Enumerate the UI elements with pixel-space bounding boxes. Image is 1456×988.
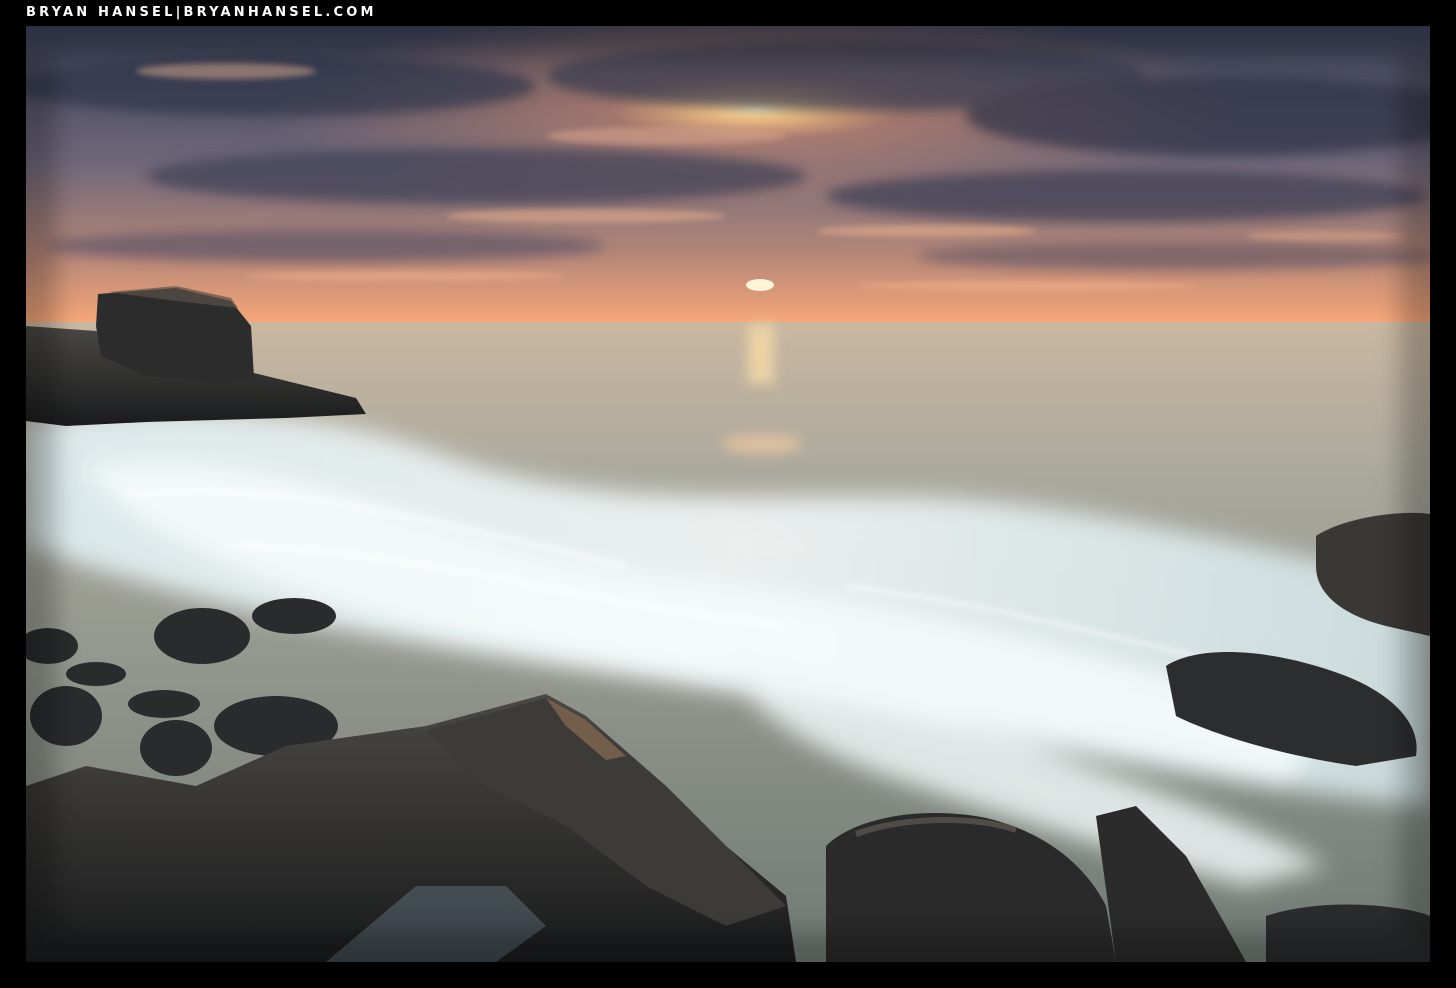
landscape-photo [26, 26, 1430, 962]
photo-frame: BRYAN HANSEL|BRYANHANSEL.COM [0, 0, 1456, 988]
sun [746, 279, 774, 291]
watermark-text: BRYAN HANSEL|BRYANHANSEL.COM [26, 5, 377, 20]
photo-canvas [26, 26, 1430, 962]
